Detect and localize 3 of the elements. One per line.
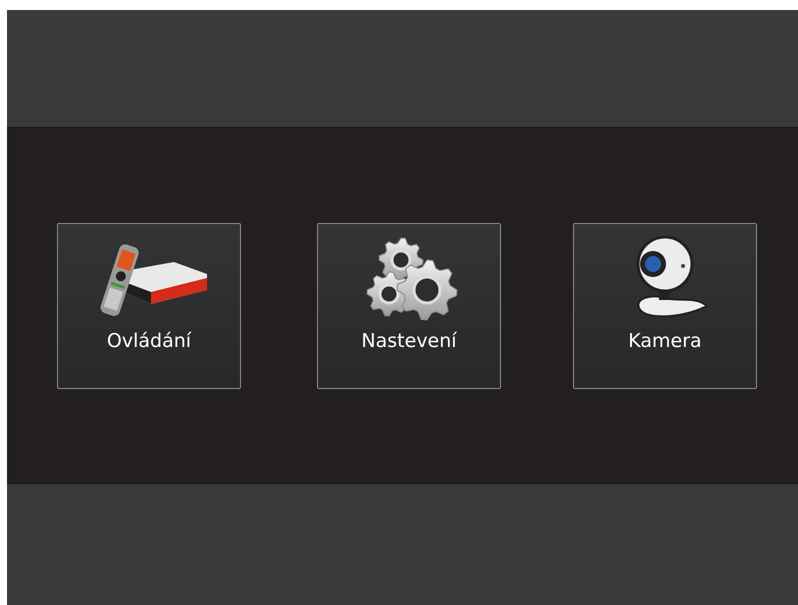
menu-tile[interactable]: Nastevení [317, 222, 501, 388]
menu-tile[interactable]: Kamera [573, 222, 757, 388]
menu-tile[interactable]: Ovládání [57, 222, 241, 388]
